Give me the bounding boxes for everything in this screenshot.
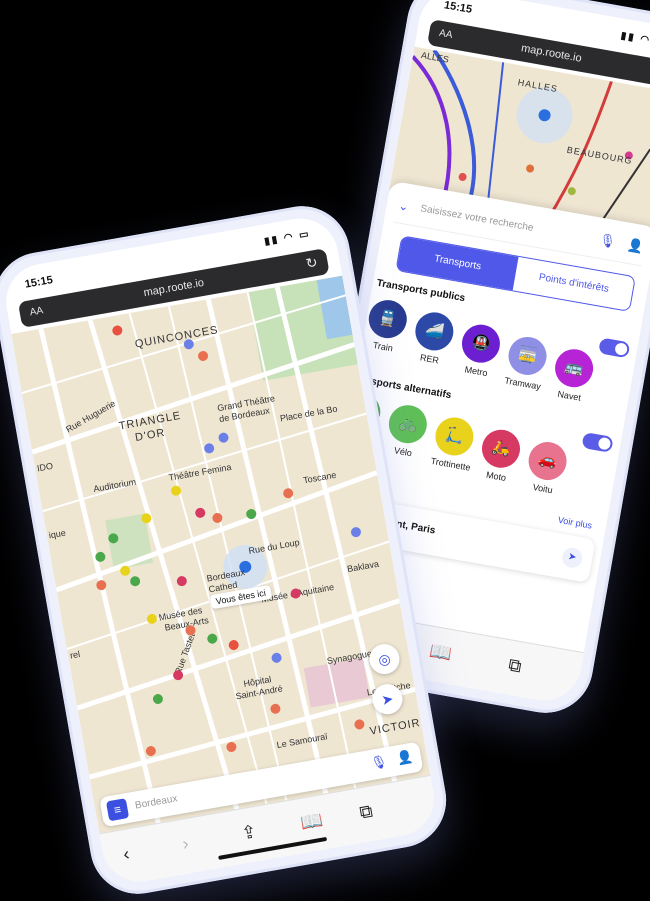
bookmarks-icon[interactable]: 📖 xyxy=(428,641,454,666)
bookmarks-icon[interactable]: 📖 xyxy=(299,809,325,834)
user-icon[interactable]: 👤 xyxy=(395,749,414,768)
train-icon: 🚆 xyxy=(365,297,410,342)
scooter-icon: 🛴 xyxy=(432,414,477,459)
map-label: rel xyxy=(69,648,81,661)
front-map[interactable]: QUINCONCES TRIANGLE D'OR Grand Théâtre d… xyxy=(11,275,431,835)
microphone-icon[interactable]: 🎙 xyxy=(370,753,389,772)
navigate-arrow-icon[interactable]: ➤ xyxy=(560,546,584,570)
rer-icon: 🚄 xyxy=(412,309,457,354)
home-indicator xyxy=(218,836,328,860)
mode-velo[interactable]: 🚲 Vélo xyxy=(383,402,430,460)
bike-icon: 🚲 xyxy=(385,402,430,447)
mode-label: Train xyxy=(372,340,394,354)
forward-arrow-icon[interactable]: › xyxy=(181,833,191,855)
mode-label: Navet xyxy=(556,388,582,403)
menu-icon[interactable]: ≡ xyxy=(105,798,130,822)
tab-transports[interactable]: Transports xyxy=(396,236,519,291)
tramway-icon: 🚋 xyxy=(505,333,550,378)
mode-train[interactable]: 🚆 Train xyxy=(363,297,410,355)
microphone-icon[interactable]: 🎙 xyxy=(598,232,617,251)
share-icon[interactable]: ⇪ xyxy=(240,821,259,844)
moto-icon: 🛵 xyxy=(478,426,524,471)
car-icon: 🚗 xyxy=(525,439,570,484)
shuttle-icon: 🚌 xyxy=(552,346,597,391)
metro-icon: 🚇 xyxy=(458,321,503,366)
tabs-icon[interactable]: ⧉ xyxy=(358,801,374,824)
tabs-icon[interactable]: ⧉ xyxy=(507,655,523,678)
mode-label: Trottinette xyxy=(429,455,472,473)
clock: 15:15 xyxy=(23,274,54,291)
mode-trottinette[interactable]: 🛴 Trottinette xyxy=(429,414,477,473)
search-input[interactable]: Bordeaux xyxy=(134,793,178,811)
public-transport-toggle[interactable] xyxy=(598,337,631,359)
mode-label: Tramway xyxy=(503,375,542,392)
back-arrow-icon[interactable]: ‹ xyxy=(122,844,132,866)
user-icon[interactable]: 👤 xyxy=(626,237,645,256)
mode-label: Voitu xyxy=(531,481,554,496)
mode-label: Metro xyxy=(463,364,489,379)
see-more-link[interactable]: Voir plus xyxy=(557,515,593,531)
mode-metro[interactable]: 🚇 Metro xyxy=(456,321,503,380)
mode-voiture[interactable]: 🚗 Voitu xyxy=(523,439,570,497)
mode-label: RER xyxy=(419,352,440,366)
mode-tramway[interactable]: 🚋 Tramway xyxy=(503,333,550,392)
tab-points-interets[interactable]: Points d'intérêts xyxy=(513,257,635,311)
alternative-transport-toggle[interactable] xyxy=(581,431,614,453)
mode-moto[interactable]: 🛵 Moto xyxy=(477,426,524,485)
mode-rer[interactable]: 🚄 RER xyxy=(410,309,457,367)
mode-label: Moto xyxy=(485,469,507,483)
mode-label: Vélo xyxy=(393,445,413,459)
chevron-down-icon[interactable]: ⌄ xyxy=(398,198,410,214)
signal-wifi-battery-icon: ▮▮ ◠ ▭ xyxy=(263,228,312,248)
clock: 15:15 xyxy=(443,0,473,16)
mode-navette[interactable]: 🚌 Navet xyxy=(550,346,597,404)
signal-wifi-battery-icon: ▮▮ ◠ ▭ xyxy=(619,30,650,49)
search-input[interactable]: Saisissez votre recherche xyxy=(420,203,535,234)
